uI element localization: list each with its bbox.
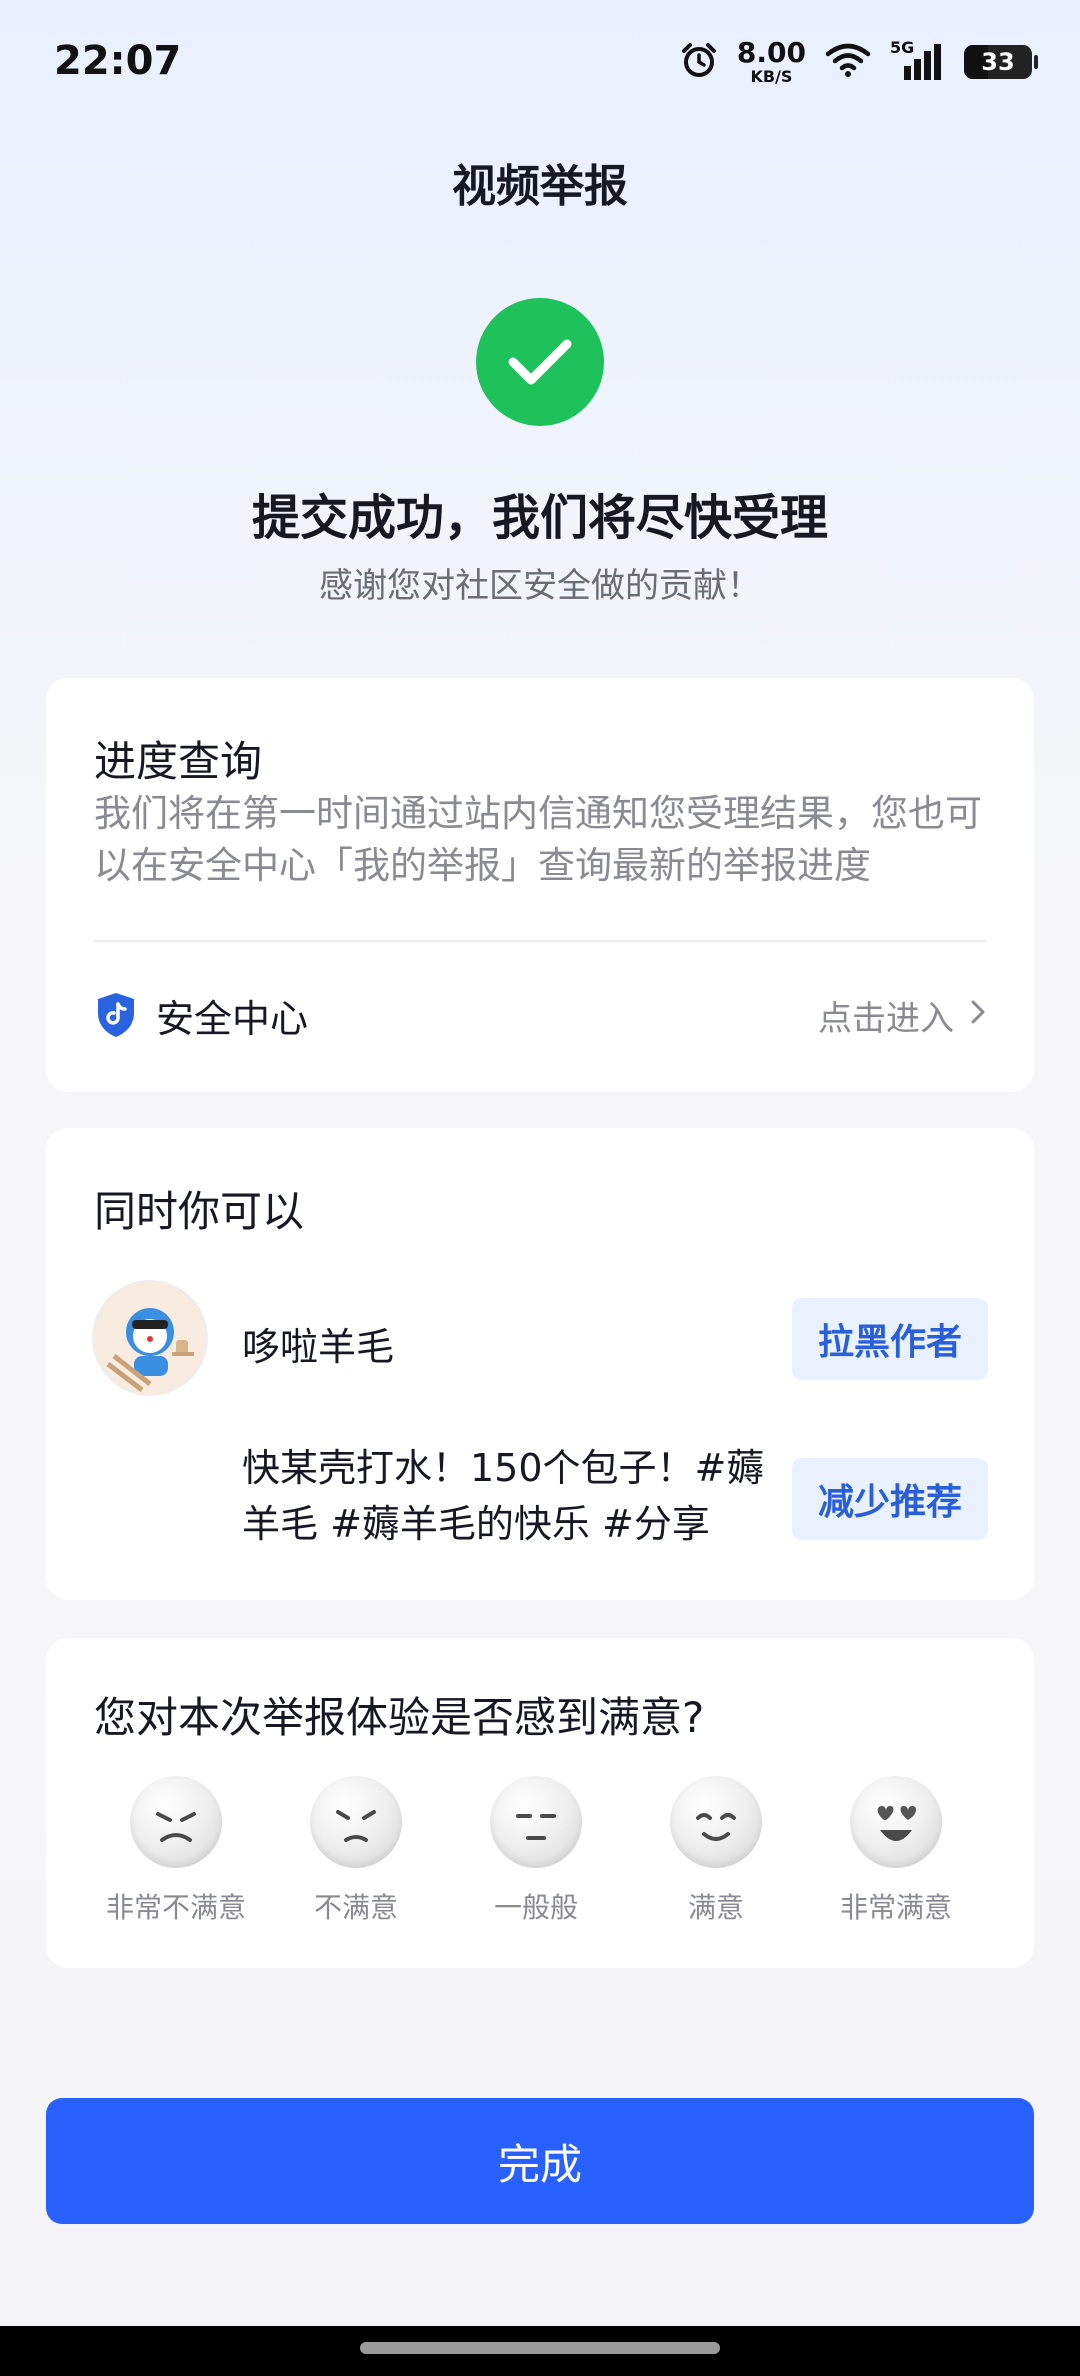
status-time: 22:07	[54, 38, 182, 84]
neutral-face-icon	[490, 1776, 582, 1868]
rating-option-neutral[interactable]: 一般般	[446, 1776, 626, 1926]
actions-card: 同时你可以 哆啦羊毛 拉黑作者 快某壳打水！150个包子！#薅羊毛 #薅羊毛的快…	[46, 1128, 1034, 1600]
block-author-button[interactable]: 拉黑作者	[792, 1298, 988, 1380]
chevron-right-icon	[970, 995, 986, 1035]
progress-title: 进度查询	[94, 737, 263, 786]
rating-option-very-dissatisfied[interactable]: 非常不满意	[86, 1776, 266, 1926]
author-name: 哆啦羊毛	[242, 1325, 395, 1369]
rating-card: 您对本次举报体验是否感到满意? 非常不满意 不满意 一般般 满意 非常满意	[46, 1638, 1034, 1968]
success-check-icon	[476, 298, 604, 426]
rating-question: 您对本次举报体验是否感到满意?	[94, 1693, 705, 1742]
wifi-icon	[824, 42, 872, 82]
shield-icon	[94, 991, 138, 1039]
rating-option-very-satisfied[interactable]: 非常满意	[806, 1776, 986, 1926]
divider	[94, 940, 986, 942]
satisfied-face-icon	[670, 1776, 762, 1868]
very-dissatisfied-face-icon	[130, 1776, 222, 1868]
progress-card: 进度查询 我们将在第一时间通过站内信通知您受理结果，您也可以在安全中心「我的举报…	[46, 678, 1034, 1092]
safety-center-label: 安全中心	[156, 996, 309, 1041]
reduce-recommendation-button[interactable]: 减少推荐	[792, 1458, 988, 1540]
dissatisfied-face-icon	[310, 1776, 402, 1868]
status-bar: 22:07 8.00 KB/S 5G 33	[0, 0, 1080, 120]
progress-description: 我们将在第一时间通过站内信通知您受理结果，您也可以在安全中心「我的举报」查询最新…	[94, 792, 982, 887]
done-button[interactable]: 完成	[46, 2098, 1034, 2224]
author-avatar[interactable]	[92, 1280, 208, 1396]
success-subline: 感谢您对社区安全做的贡献！	[319, 566, 761, 606]
cellular-signal-icon: 5G	[890, 38, 946, 82]
status-icons: 8.00 KB/S 5G 33	[679, 36, 1038, 88]
page-title: 视频举报	[452, 161, 628, 212]
rating-option-satisfied[interactable]: 满意	[626, 1776, 806, 1926]
actions-title: 同时你可以	[94, 1187, 305, 1236]
very-satisfied-face-icon	[850, 1776, 942, 1868]
home-indicator[interactable]	[360, 2342, 720, 2354]
video-description: 快某壳打水！150个包子！#薅羊毛 #薅羊毛的快乐 #分享	[242, 1446, 765, 1546]
rating-options: 非常不满意 不满意 一般般 满意 非常满意	[46, 1776, 1034, 1926]
network-speed: 8.00 KB/S	[736, 36, 806, 86]
success-headline: 提交成功，我们将尽快受理	[251, 490, 828, 546]
alarm-icon	[679, 40, 719, 84]
battery-icon: 33	[964, 45, 1038, 79]
safety-center-row[interactable]: 安全中心 点击进入	[94, 968, 986, 1062]
enter-link[interactable]: 点击进入	[818, 991, 986, 1040]
rating-option-dissatisfied[interactable]: 不满意	[266, 1776, 446, 1926]
